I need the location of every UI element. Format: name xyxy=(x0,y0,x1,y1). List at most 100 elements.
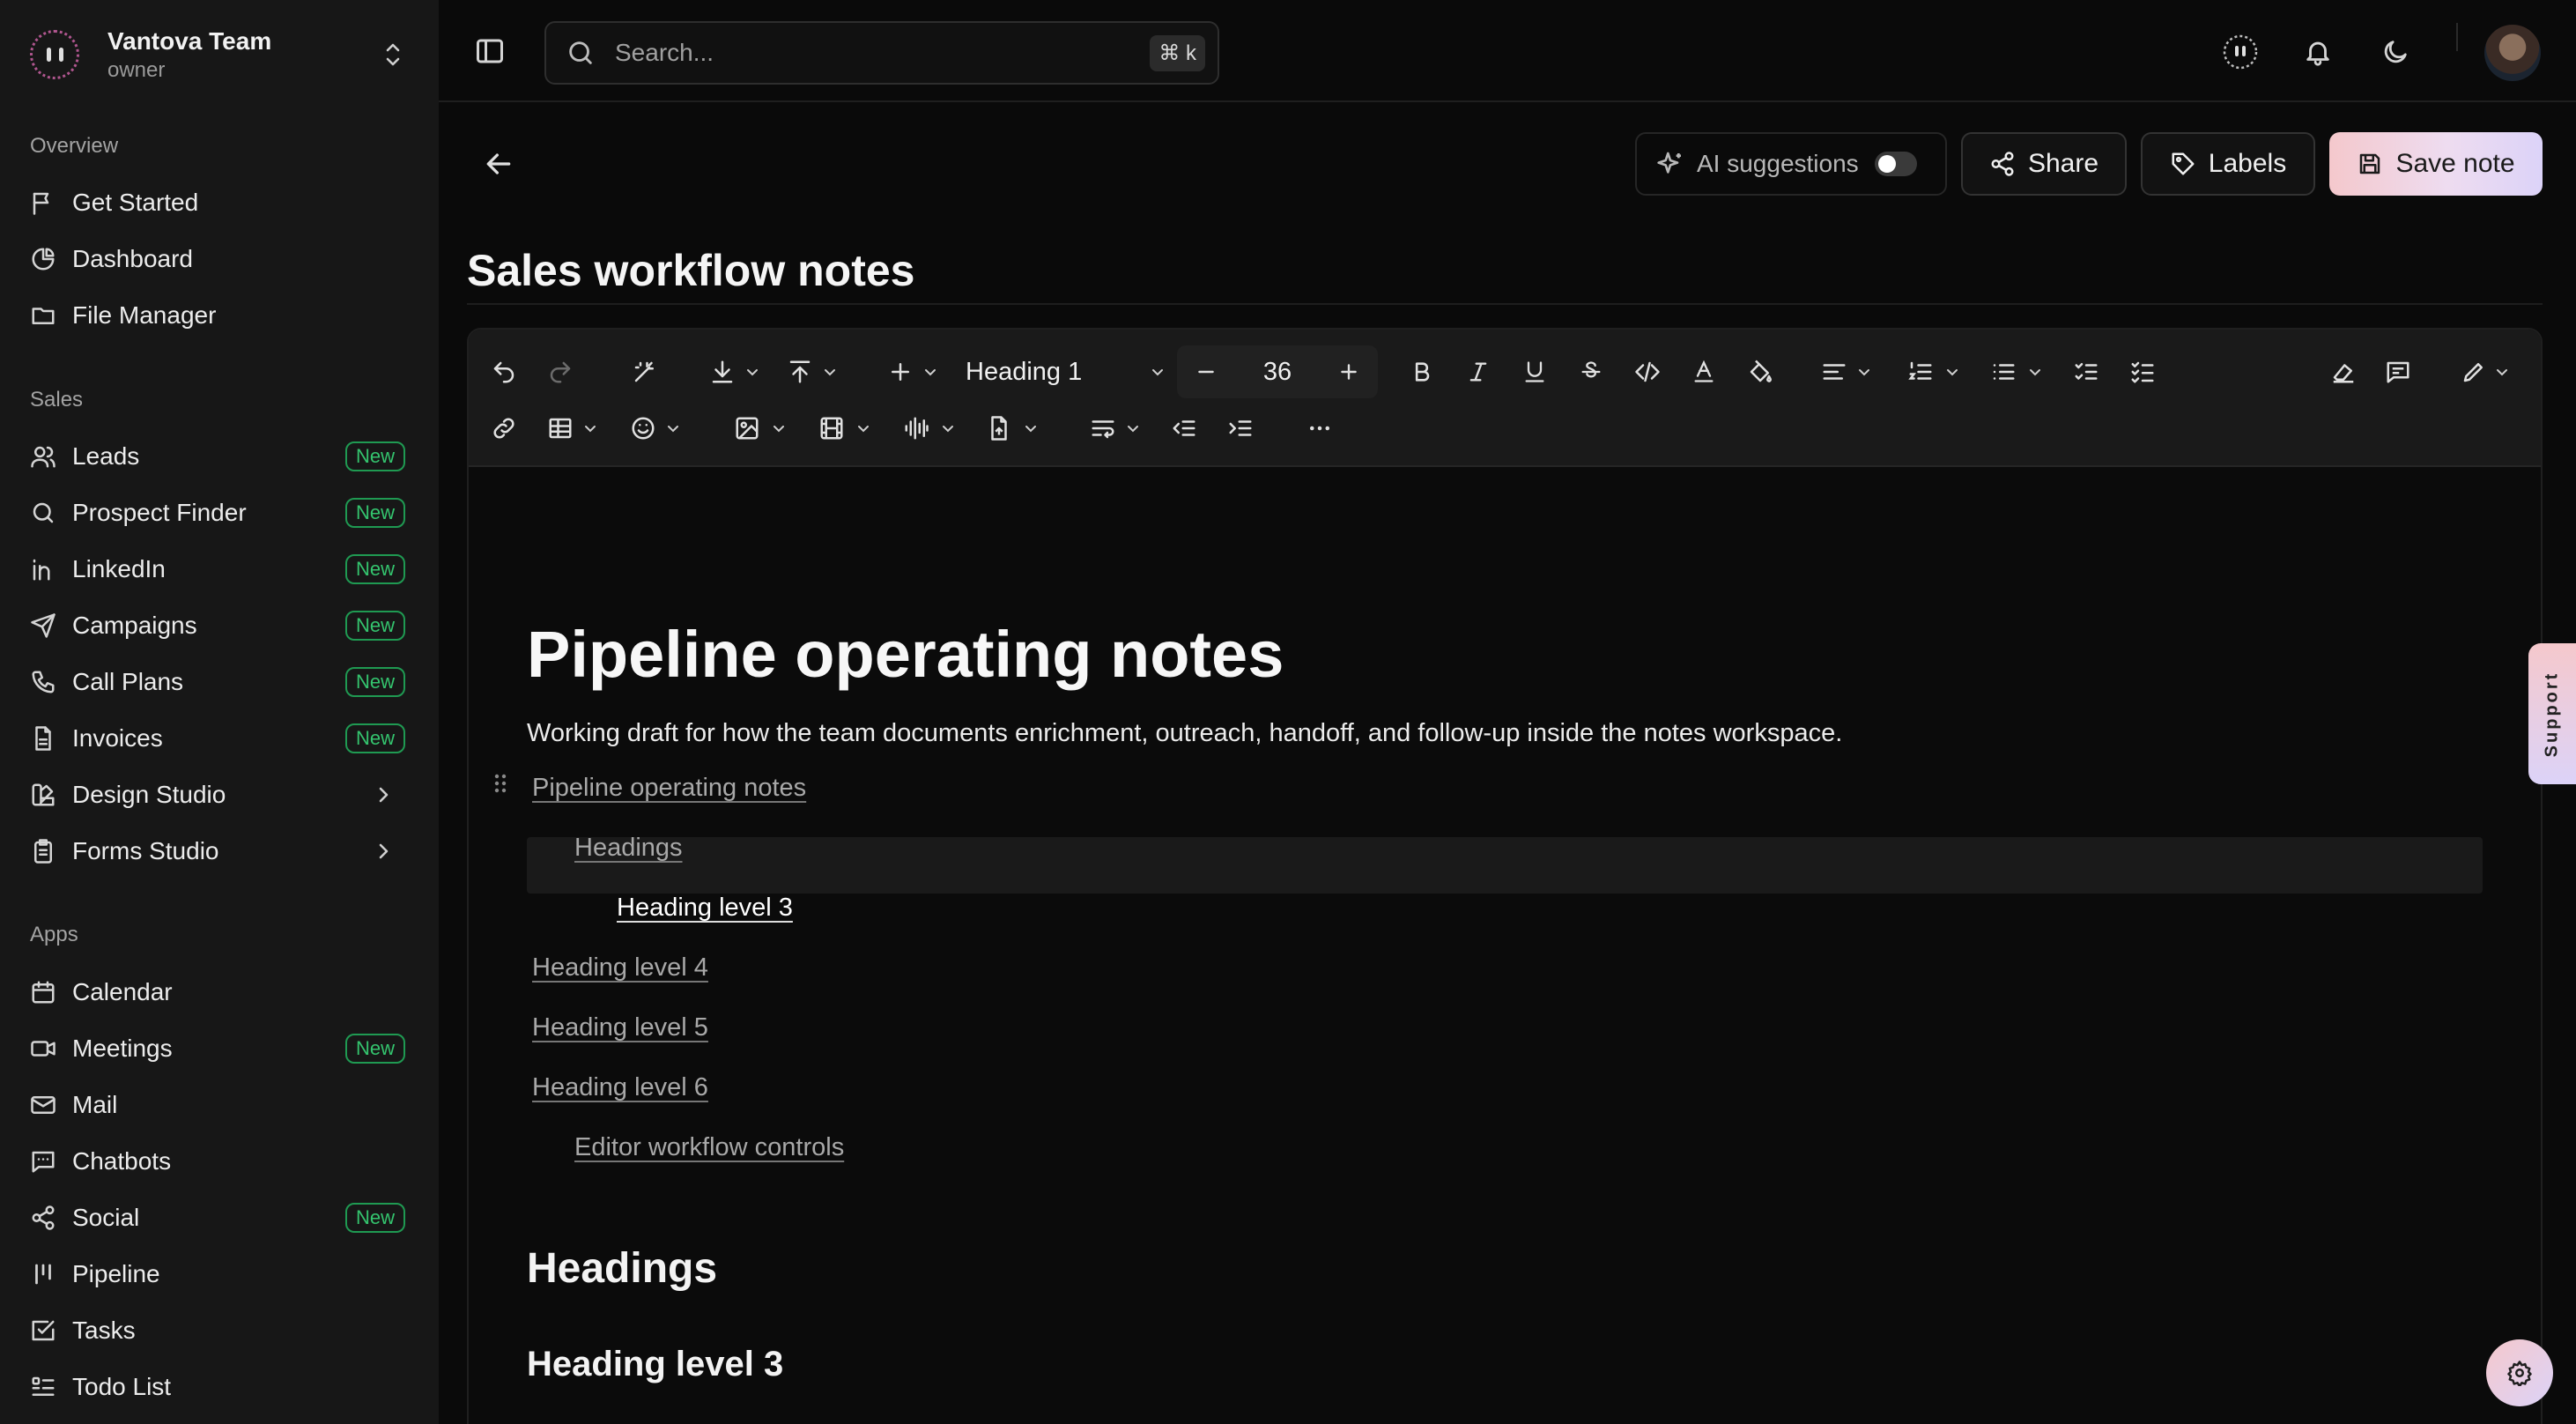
task-list-icon[interactable] xyxy=(2069,354,2104,389)
moon-icon[interactable] xyxy=(2377,33,2414,70)
heading-3[interactable]: Heading level 3 xyxy=(527,1345,783,1384)
underline-icon[interactable] xyxy=(1517,354,1552,389)
chevron-down-icon[interactable] xyxy=(922,354,939,389)
chevron-down-icon[interactable] xyxy=(855,411,872,446)
eraser-icon[interactable] xyxy=(2326,354,2361,389)
support-tab[interactable]: Support xyxy=(2528,643,2576,784)
chevron-down-icon[interactable] xyxy=(581,411,599,446)
highlight-icon[interactable] xyxy=(1743,354,1778,389)
sidebar-item-chatbots[interactable]: Chatbots xyxy=(28,1138,405,1185)
chevron-down-icon[interactable] xyxy=(2026,354,2044,389)
chevron-down-icon[interactable] xyxy=(664,411,682,446)
pencil-icon[interactable] xyxy=(2456,354,2491,389)
settings-button[interactable] xyxy=(2486,1339,2553,1406)
checklist-icon[interactable] xyxy=(2125,354,2160,389)
chevron-down-icon[interactable] xyxy=(1022,411,1040,446)
toc-link[interactable]: Headings xyxy=(574,834,683,863)
team-switcher[interactable]: Vantova Team owner xyxy=(30,23,409,86)
sidebar-item-todo-list[interactable]: Todo List xyxy=(28,1363,405,1411)
sidebar-item-mail[interactable]: Mail xyxy=(28,1081,405,1129)
import-icon[interactable] xyxy=(705,354,740,389)
sidebar-item-file-manager[interactable]: File Manager xyxy=(28,292,405,339)
magic-wand-icon[interactable] xyxy=(627,354,663,389)
emoji-icon[interactable] xyxy=(625,411,661,446)
sidebar-item-design-studio[interactable]: Design Studio xyxy=(28,771,405,819)
chevron-down-icon[interactable] xyxy=(744,354,761,389)
chevron-right-icon[interactable] xyxy=(370,838,396,864)
more-horizontal-icon[interactable] xyxy=(1302,411,1337,446)
link-icon[interactable] xyxy=(486,411,522,446)
user-avatar[interactable] xyxy=(2484,25,2541,81)
heading-1[interactable]: Pipeline operating notes xyxy=(527,617,1284,692)
assistant-icon[interactable] xyxy=(2222,33,2259,70)
table-icon[interactable] xyxy=(543,411,578,446)
bold-icon[interactable] xyxy=(1404,354,1440,389)
sidebar-item-calendar[interactable]: Calendar xyxy=(28,968,405,1016)
toc-link[interactable]: Heading level 4 xyxy=(532,953,708,983)
share-button[interactable]: Share xyxy=(1961,132,2127,196)
chevron-down-icon[interactable] xyxy=(1855,354,1873,389)
sidebar-item-campaigns[interactable]: Campaigns New xyxy=(28,602,405,649)
drag-handle-icon[interactable] xyxy=(492,770,513,798)
search-bar[interactable]: ⌘ k xyxy=(544,21,1219,85)
toc-link[interactable]: Heading level 6 xyxy=(532,1073,708,1102)
toc-link[interactable]: Heading level 5 xyxy=(532,1013,708,1042)
sidebar-item-prospect-finder[interactable]: Prospect Finder New xyxy=(28,489,405,537)
image-icon[interactable] xyxy=(729,411,765,446)
chevrons-up-down-icon[interactable] xyxy=(377,39,409,70)
chevron-down-icon[interactable] xyxy=(939,411,957,446)
intro-paragraph[interactable]: Working draft for how the team documents… xyxy=(527,719,1842,748)
strikethrough-icon[interactable] xyxy=(1573,354,1609,389)
back-arrow-icon[interactable] xyxy=(481,146,516,182)
minus-icon[interactable] xyxy=(1195,360,1218,383)
bullet-list-icon[interactable] xyxy=(1986,354,2021,389)
sidebar-toggle-icon[interactable] xyxy=(474,35,506,67)
sidebar-item-leads[interactable]: Leads New xyxy=(28,433,405,480)
search-input[interactable] xyxy=(615,39,1151,67)
chevron-right-icon[interactable] xyxy=(370,782,396,808)
indent-icon[interactable] xyxy=(1223,411,1258,446)
chevron-down-icon[interactable] xyxy=(821,354,839,389)
text-wrap-icon[interactable] xyxy=(1085,411,1121,446)
toc-link-active[interactable]: Heading level 3 xyxy=(617,894,793,923)
document-title[interactable]: Sales workflow notes xyxy=(467,245,914,296)
sidebar-item-pipeline[interactable]: Pipeline xyxy=(28,1250,405,1298)
chevron-down-icon[interactable] xyxy=(1124,411,1142,446)
block-type-select[interactable]: Heading 1 xyxy=(966,354,1165,389)
toc-link[interactable]: Pipeline operating notes xyxy=(532,774,806,803)
comment-icon[interactable] xyxy=(2380,354,2416,389)
export-icon[interactable] xyxy=(782,354,818,389)
bell-icon[interactable] xyxy=(2299,33,2336,70)
sidebar-item-dashboard[interactable]: Dashboard xyxy=(28,235,405,283)
film-icon[interactable] xyxy=(814,411,849,446)
outdent-icon[interactable] xyxy=(1166,411,1202,446)
sidebar-item-meetings[interactable]: Meetings New xyxy=(28,1025,405,1072)
code-icon[interactable] xyxy=(1630,354,1665,389)
sidebar-item-social[interactable]: Social New xyxy=(28,1194,405,1242)
file-upload-icon[interactable] xyxy=(981,411,1017,446)
audio-wave-icon[interactable] xyxy=(899,411,934,446)
sidebar-item-get-started[interactable]: Get Started xyxy=(28,179,405,226)
ordered-list-icon[interactable] xyxy=(1903,354,1938,389)
toc-link[interactable]: Editor workflow controls xyxy=(574,1133,844,1162)
chevron-down-icon[interactable] xyxy=(770,411,788,446)
text-color-icon[interactable] xyxy=(1686,354,1721,389)
italic-icon[interactable] xyxy=(1461,354,1496,389)
plus-icon[interactable] xyxy=(883,354,918,389)
undo-icon[interactable] xyxy=(486,354,522,389)
font-size-value[interactable]: 36 xyxy=(1263,358,1292,387)
heading-2[interactable]: Headings xyxy=(527,1244,717,1293)
ai-suggestions-toggle[interactable] xyxy=(1874,152,1917,176)
plus-icon[interactable] xyxy=(1337,360,1360,383)
chevron-down-icon[interactable] xyxy=(2493,354,2511,389)
align-left-icon[interactable] xyxy=(1817,354,1852,389)
chevron-down-icon[interactable] xyxy=(1943,354,1961,389)
sidebar-item-tasks[interactable]: Tasks xyxy=(28,1307,405,1354)
sidebar-item-forms-studio[interactable]: Forms Studio xyxy=(28,827,405,875)
sidebar-item-linkedin[interactable]: LinkedIn New xyxy=(28,545,405,593)
sidebar-item-call-plans[interactable]: Call Plans New xyxy=(28,658,405,706)
labels-button[interactable]: Labels xyxy=(2141,132,2315,196)
sidebar-item-invoices[interactable]: Invoices New xyxy=(28,715,405,762)
redo-icon[interactable] xyxy=(543,354,578,389)
save-note-button[interactable]: Save note xyxy=(2329,132,2543,196)
